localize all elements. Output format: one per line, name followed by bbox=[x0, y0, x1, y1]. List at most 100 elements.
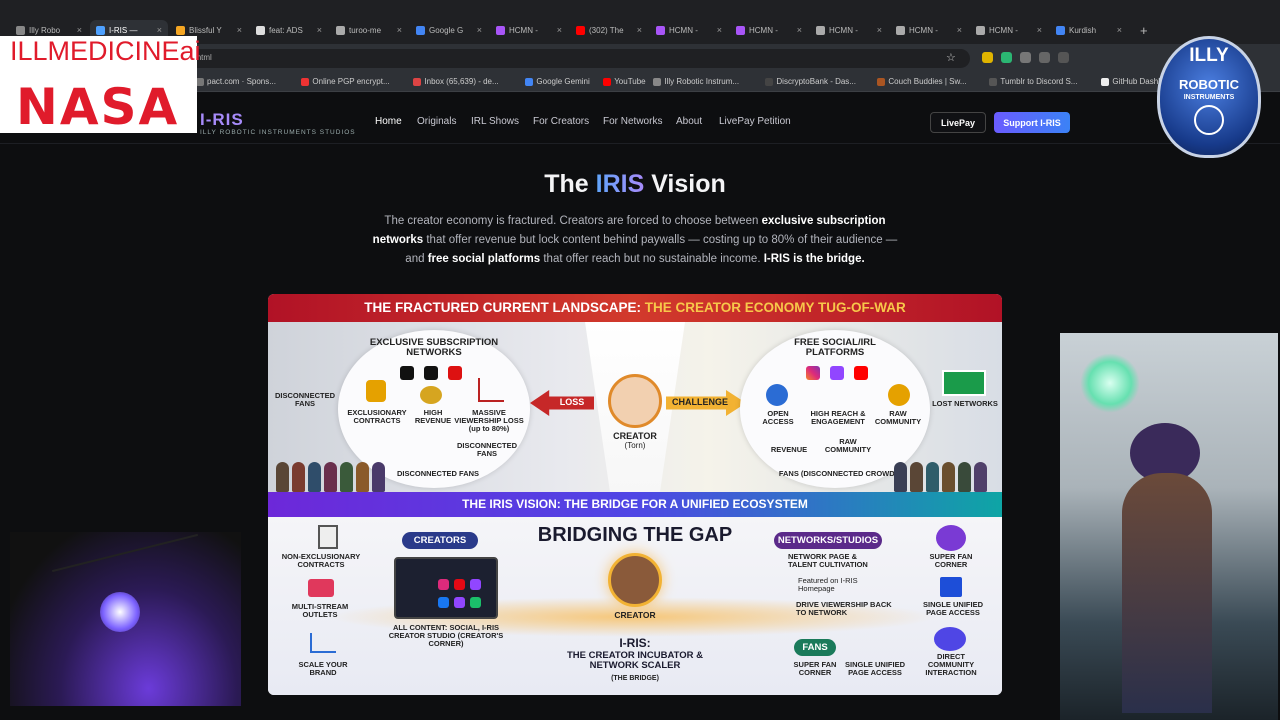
url-input[interactable]: Not secure i-ris.com/index.html bbox=[90, 49, 970, 68]
livepay-button[interactable]: LivePay bbox=[930, 112, 986, 133]
tab-close-icon[interactable]: × bbox=[317, 25, 322, 35]
bookmark-favicon-icon bbox=[525, 77, 534, 86]
nav-link-for-creators[interactable]: For Creators bbox=[533, 116, 589, 127]
bookmark-item[interactable]: Tumblr to Discord S... bbox=[989, 77, 1077, 86]
lock-icon bbox=[366, 380, 386, 402]
bookmark-item[interactable]: DiscryptoBank - Das... bbox=[765, 77, 856, 86]
puzzle-icon[interactable] bbox=[1039, 52, 1050, 63]
social-title: FREE SOCIAL/IRL PLATFORMS bbox=[794, 337, 876, 358]
tab-close-icon[interactable]: × bbox=[637, 25, 642, 35]
fans-crowd-label: FANS (DISCONNECTED CROWD) bbox=[778, 469, 898, 478]
bookmark-item[interactable]: pact.com · Spons... bbox=[196, 77, 276, 86]
dollar-icon bbox=[888, 384, 910, 406]
bookmark-label: Inbox (65,639) - de... bbox=[424, 77, 499, 86]
support-iris-button[interactable]: Support I-RIS bbox=[994, 112, 1070, 133]
browser-tab[interactable]: HCMN - × bbox=[970, 20, 1048, 40]
bookmark-item[interactable]: Inbox (65,639) - de... bbox=[413, 77, 499, 86]
badge-text: ROBOTIC bbox=[1179, 77, 1239, 92]
tab-close-icon[interactable]: × bbox=[77, 25, 82, 35]
sidepanel-icon[interactable] bbox=[1058, 52, 1069, 63]
extension-icon[interactable] bbox=[982, 52, 993, 63]
right-item: REVENUE bbox=[770, 445, 808, 454]
tab-close-icon[interactable]: × bbox=[397, 25, 402, 35]
right-col-item: DIRECT COMMUNITY INTERACTION bbox=[925, 652, 977, 677]
tab-close-icon[interactable]: × bbox=[477, 25, 482, 35]
right-item: RAW COMMUNITY bbox=[874, 409, 922, 426]
tab-close-icon[interactable]: × bbox=[717, 25, 722, 35]
person-icon bbox=[974, 462, 987, 492]
nav-link-irl-shows[interactable]: IRL Shows bbox=[471, 116, 519, 127]
bookmark-item[interactable]: Couch Buddies | Sw... bbox=[877, 77, 967, 86]
network-item: Featured on I-RIS Homepage bbox=[798, 576, 858, 593]
nav-link-livepay-petition[interactable]: LivePay Petition bbox=[719, 116, 791, 127]
bookmark-item[interactable]: YouTube bbox=[603, 77, 646, 86]
creators-chip: CREATORS bbox=[402, 532, 478, 549]
chat-icon bbox=[470, 597, 481, 608]
exit-sign-icon bbox=[942, 370, 986, 396]
bookmark-favicon-icon bbox=[413, 77, 422, 86]
browser-tab[interactable]: Google G × bbox=[410, 20, 488, 40]
bridge-panel: BRIDGING THE GAP CREATORS NON-EXCLUSIONA… bbox=[268, 517, 1002, 695]
browser-tab[interactable]: Kurdish × bbox=[1050, 20, 1128, 40]
person-icon bbox=[308, 462, 321, 492]
bookmark-item[interactable]: Illy Robotic Instrum... bbox=[653, 77, 739, 86]
extension-icon[interactable] bbox=[1001, 52, 1012, 63]
bookmark-favicon-icon bbox=[603, 77, 612, 86]
new-tab-button[interactable]: + bbox=[1134, 20, 1154, 40]
tab-close-icon[interactable]: × bbox=[877, 25, 882, 35]
iris-subtitle: THE CREATOR INCUBATOR & NETWORK SCALER bbox=[567, 650, 703, 671]
nav-link-for-networks[interactable]: For Networks bbox=[603, 116, 662, 127]
tab-label: HCMN - bbox=[509, 25, 538, 35]
lamp-glow bbox=[1080, 353, 1140, 413]
nav-link-originals[interactable]: Originals bbox=[417, 116, 456, 127]
tab-close-icon[interactable]: × bbox=[1117, 25, 1122, 35]
lost-networks-label: LOST NETWORKS bbox=[932, 399, 998, 408]
browser-tab[interactable]: feat: ADS × bbox=[250, 20, 328, 40]
browser-tab[interactable]: (302) The × bbox=[570, 20, 648, 40]
bookmark-item[interactable]: Online PGP encrypt... bbox=[301, 77, 390, 86]
community-icon bbox=[934, 627, 966, 651]
netflix-icon bbox=[454, 579, 465, 590]
tab-close-icon[interactable]: × bbox=[157, 25, 162, 35]
tab-close-icon[interactable]: × bbox=[957, 25, 962, 35]
page-title: The IRIS Vision bbox=[0, 170, 1270, 199]
tab-label: HCMN - bbox=[749, 25, 778, 35]
site-logo[interactable]: I-RIS bbox=[200, 110, 244, 130]
tab-favicon-icon bbox=[736, 25, 745, 35]
tab-close-icon[interactable]: × bbox=[797, 25, 802, 35]
browser-tab[interactable]: HCMN - × bbox=[890, 20, 968, 40]
twitch-icon bbox=[830, 366, 844, 380]
bookmark-label: Tumblr to Discord S... bbox=[1000, 77, 1078, 86]
extension-icon[interactable] bbox=[1020, 52, 1031, 63]
browser-tab[interactable]: HCMN - × bbox=[650, 20, 728, 40]
tab-close-icon[interactable]: × bbox=[557, 25, 562, 35]
browser-tab[interactable]: HCMN - × bbox=[730, 20, 808, 40]
tab-close-icon[interactable]: × bbox=[237, 25, 242, 35]
title-pre: The bbox=[544, 170, 596, 198]
browser-tab[interactable]: HCMN - × bbox=[490, 20, 568, 40]
nav-link-about[interactable]: About bbox=[676, 116, 702, 127]
tab-favicon-icon bbox=[496, 25, 505, 35]
tab-favicon-icon bbox=[1056, 25, 1065, 35]
intro-bold: free social platforms bbox=[427, 253, 541, 265]
nav-link-home[interactable]: Home bbox=[375, 116, 402, 127]
tab-label: feat: ADS bbox=[269, 25, 303, 35]
tab-label: Kurdish bbox=[1069, 25, 1097, 35]
person-icon bbox=[324, 462, 337, 492]
browser-tab[interactable]: turoo-me × bbox=[330, 20, 408, 40]
instagram-icon bbox=[438, 579, 449, 590]
creators-item: SCALE YOUR BRAND bbox=[298, 660, 348, 677]
iris-bridge: (THE BRIDGE) bbox=[611, 675, 659, 682]
bookmark-item[interactable]: Google Gemini bbox=[525, 77, 590, 86]
person-icon bbox=[372, 462, 385, 492]
contract-icon bbox=[318, 525, 338, 549]
page-icon bbox=[940, 577, 962, 597]
bridging-title: BRIDGING THE GAP bbox=[537, 524, 733, 546]
network-item: DRIVE VIEWERSHIP BACK TO NETWORK bbox=[796, 600, 892, 617]
bookmark-favicon-icon bbox=[1101, 77, 1110, 86]
intro-text: The creator economy is fractured. Creato… bbox=[384, 215, 762, 227]
tab-close-icon[interactable]: × bbox=[1037, 25, 1042, 35]
crowd-left bbox=[276, 452, 396, 492]
bookmark-star-icon[interactable]: ☆ bbox=[946, 51, 956, 64]
browser-tab[interactable]: HCMN - × bbox=[810, 20, 888, 40]
